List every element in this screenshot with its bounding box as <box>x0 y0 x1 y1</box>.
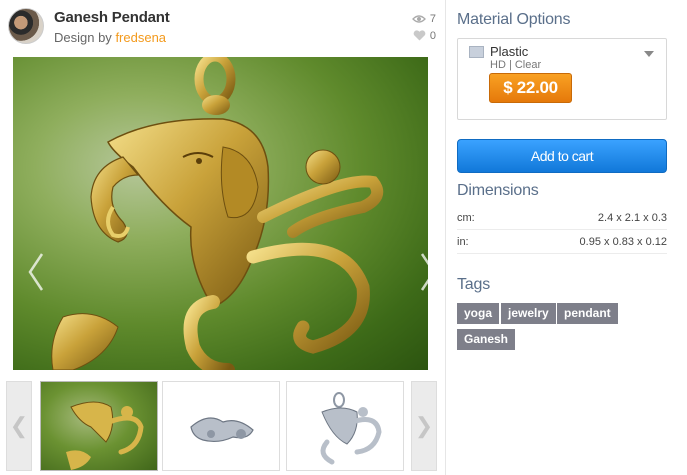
ganesh-pendant-render <box>51 57 384 370</box>
material-name: Plastic <box>490 44 529 59</box>
thumbnail-1[interactable] <box>40 381 158 471</box>
views-count: 7 <box>429 12 436 25</box>
author-avatar[interactable] <box>8 8 44 44</box>
material-swatch <box>469 46 484 58</box>
chevron-right-icon <box>420 253 428 291</box>
tags-heading: Tags <box>457 276 490 293</box>
material-options-heading: Material Options <box>457 11 571 28</box>
product-title: Ganesh Pendant <box>54 9 170 26</box>
dimensions-heading: Dimensions <box>457 182 539 199</box>
model-front-view-render <box>320 392 382 465</box>
heart-icon <box>413 30 426 41</box>
dimension-row-cm: cm: 2.4 x 2.1 x 0.3 <box>457 206 667 230</box>
dimension-unit: cm: <box>457 212 475 224</box>
author-link[interactable]: fredsena <box>115 30 166 45</box>
previous-image-button[interactable] <box>21 247 51 297</box>
product-stats: 7 0 <box>402 10 436 44</box>
dimension-row-in: in: 0.95 x 0.83 x 0.12 <box>457 230 667 254</box>
product-header: Ganesh Pendant Design by fredsena 7 0 <box>8 8 438 48</box>
likes-count: 0 <box>429 29 436 42</box>
likes-stat[interactable]: 0 <box>402 27 436 44</box>
dropdown-caret-icon <box>644 51 654 57</box>
dimension-value: 2.4 x 2.1 x 0.3 <box>597 212 667 224</box>
chevron-left-icon <box>28 253 44 291</box>
column-divider <box>445 0 446 475</box>
purchase-panel: Material Options Plastic HD | Clear $ 22… <box>457 0 667 475</box>
thumbnails-prev-button[interactable]: ❮ <box>6 381 32 471</box>
tag-jewelry[interactable]: jewelry <box>501 303 556 324</box>
price-badge: $ 22.00 <box>489 73 572 103</box>
model-side-view-render <box>190 417 254 443</box>
design-by-line: Design by fredsena <box>54 30 166 45</box>
next-image-button[interactable] <box>413 247 428 297</box>
tag-pendant[interactable]: pendant <box>557 303 618 324</box>
design-by-label: Design by <box>54 30 112 45</box>
tag-ganesh[interactable]: Ganesh <box>457 329 516 350</box>
pendant-thumbnail-render <box>66 401 144 470</box>
thumbnail-strip: ❮ ❯ <box>6 381 437 471</box>
dimension-unit: in: <box>457 236 469 248</box>
add-to-cart-button[interactable]: Add to cart <box>457 139 667 173</box>
eye-icon <box>411 14 426 23</box>
material-finish: HD | Clear <box>490 59 542 71</box>
thumbnail-2[interactable] <box>162 381 280 471</box>
views-stat: 7 <box>402 10 436 27</box>
dimension-value: 0.95 x 0.83 x 0.12 <box>579 236 667 248</box>
thumbnails-next-button[interactable]: ❯ <box>411 381 437 471</box>
product-gallery-column: Ganesh Pendant Design by fredsena 7 0 ❮ … <box>0 0 443 475</box>
thumbnail-3[interactable] <box>286 381 404 471</box>
main-product-image[interactable] <box>13 57 428 370</box>
material-select[interactable]: Plastic HD | Clear $ 22.00 <box>457 38 667 120</box>
tag-yoga[interactable]: yoga <box>457 303 500 324</box>
